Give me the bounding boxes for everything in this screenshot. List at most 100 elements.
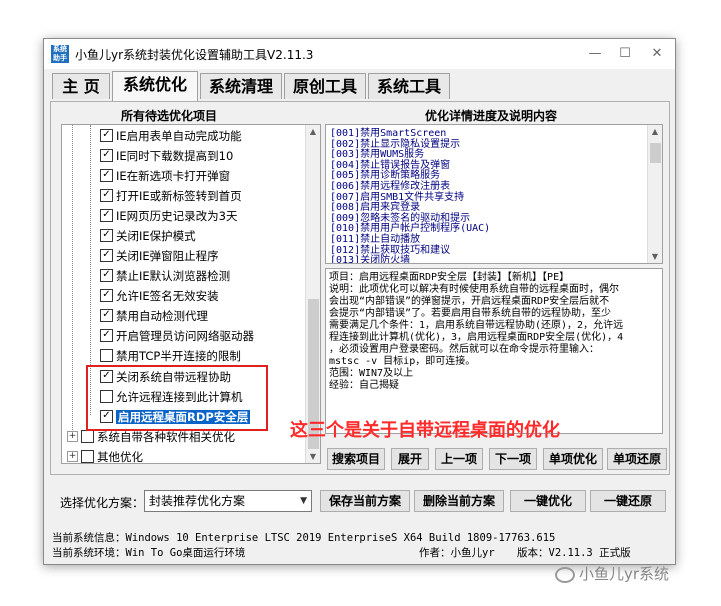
minimize-button[interactable]: — bbox=[581, 42, 609, 66]
annotation-text: 这三个是关于自带远程桌面的优化 bbox=[290, 420, 560, 441]
tree-item[interactable]: ✓ 禁止IE默认浏览器检测 bbox=[100, 266, 230, 286]
scroll-down-icon[interactable]: ▼ bbox=[648, 252, 662, 261]
description-line: 会出现“内部错误”的弹窗提示，开启远程桌面RDP安全层后就不 bbox=[329, 296, 610, 307]
scheme-select[interactable]: 封装推荐优化方案 ▼ bbox=[144, 490, 312, 512]
tab-system-optimize[interactable]: 系统优化 bbox=[112, 71, 198, 101]
tree-item[interactable]: ✓ IE同时下载数提高到10 bbox=[100, 146, 233, 166]
wechat-icon bbox=[555, 566, 575, 583]
checkbox[interactable]: ✓ bbox=[100, 229, 113, 242]
checkbox[interactable] bbox=[81, 430, 94, 443]
scroll-up-icon[interactable]: ▲ bbox=[306, 127, 320, 136]
tree-item[interactable]: ✓ 允许IE签名无效安装 bbox=[100, 286, 219, 306]
system-env-status: 当前系统环境：Win To Go桌面运行环境 bbox=[52, 547, 246, 559]
app-window: 系统助手 小鱼儿yr系统封装优化设置辅助工具V2.11.3 — ☐ ✕ 主 页 … bbox=[43, 38, 676, 565]
expand-icon[interactable]: + bbox=[67, 431, 78, 442]
tab-system-clean[interactable]: 系统清理 bbox=[200, 73, 282, 99]
checkbox[interactable]: ✓ bbox=[100, 249, 113, 262]
tree-scrollbar[interactable]: ▲ ▼ bbox=[305, 125, 320, 463]
checkbox[interactable]: ✓ bbox=[100, 269, 113, 282]
tree-group-label: 系统自带各种软件相关优化 bbox=[97, 430, 235, 444]
expand-button[interactable]: 展开 bbox=[391, 448, 429, 470]
list-item: [013]关闭防火墙 bbox=[330, 255, 411, 264]
tree-item[interactable]: ✓ 禁用自动检测代理 bbox=[100, 306, 208, 326]
version-label: 版本：V2.11.3 正式版 bbox=[517, 547, 631, 559]
tab-home[interactable]: 主 页 bbox=[52, 73, 110, 99]
tree-item-label: IE在新选项卡打开弹窗 bbox=[116, 169, 231, 183]
tree-item[interactable]: ✓ 关闭IE保护模式 bbox=[100, 226, 196, 246]
tree-item[interactable]: 禁用TCP半开连接的限制 bbox=[100, 346, 241, 366]
checkbox[interactable]: ✓ bbox=[100, 289, 113, 302]
watermark-text: 小鱼儿yr系统 bbox=[579, 565, 670, 583]
checkbox[interactable] bbox=[100, 349, 113, 362]
tree-item-label: 允许IE签名无效安装 bbox=[116, 289, 219, 303]
item-description: 项目：启用远程桌面RDP安全层【封装】【新机】【PE】 说明：此项优化可以解决有… bbox=[325, 268, 663, 434]
chevron-down-icon: ▼ bbox=[300, 496, 307, 506]
description-line: mstsc -v 目标ip，即可连接。 bbox=[329, 356, 476, 367]
description-line: 说明：此项优化可以解决有时候使用系统自带的远程桌面时，偶尔 bbox=[329, 284, 619, 295]
scroll-up-icon[interactable]: ▲ bbox=[648, 127, 662, 136]
checkbox[interactable]: ✓ bbox=[100, 169, 113, 182]
checkbox[interactable]: ✓ bbox=[100, 189, 113, 202]
close-button[interactable]: ✕ bbox=[643, 42, 671, 66]
next-item-button[interactable]: 下一项 bbox=[489, 448, 537, 470]
previous-item-button[interactable]: 上一项 bbox=[435, 448, 483, 470]
watermark: 小鱼儿yr系统 bbox=[555, 563, 669, 584]
checkbox[interactable]: ✓ bbox=[100, 149, 113, 162]
expand-icon[interactable]: + bbox=[67, 451, 78, 462]
tab-original-tools[interactable]: 原创工具 bbox=[284, 73, 366, 99]
checkbox[interactable]: ✓ bbox=[100, 129, 113, 142]
checkbox[interactable]: ✓ bbox=[100, 309, 113, 322]
tree-item-label: 禁用TCP半开连接的限制 bbox=[116, 349, 241, 363]
description-line: 范围：WIN7及以上 bbox=[329, 368, 414, 379]
one-click-optimize-button[interactable]: 一键优化 bbox=[510, 490, 586, 512]
tree-item[interactable]: ✓ IE网页历史记录改为3天 bbox=[100, 206, 237, 226]
maximize-button[interactable]: ☐ bbox=[611, 42, 639, 66]
tree-guide-line bbox=[72, 125, 73, 430]
description-line: 经验：自己揭疑 bbox=[329, 380, 399, 391]
description-line: 需要满足几个条件：1，启用系统自带远程协助(还原)，2，允许远 bbox=[329, 320, 624, 331]
checkbox[interactable]: ✓ bbox=[100, 329, 113, 342]
description-line: 项目：启用远程桌面RDP安全层【封装】【新机】【PE】 bbox=[329, 272, 570, 283]
description-line: 会提示“内部错误”了。若要启用自带系统自带的远程协助，至少 bbox=[329, 308, 612, 319]
scroll-down-icon[interactable]: ▼ bbox=[306, 452, 320, 461]
tree-item-label: 开启管理员访问网络驱动器 bbox=[116, 329, 254, 343]
tree-item-label: IE同时下载数提高到10 bbox=[116, 149, 234, 163]
search-item-button[interactable]: 搜索项目 bbox=[327, 448, 385, 470]
description-line: ，必须设置用户登录密码。然后就可以在命令提示符里输入： bbox=[329, 344, 599, 355]
tree-item-label: 禁止IE默认浏览器检测 bbox=[116, 269, 231, 283]
tree-item[interactable]: ✓ IE在新选项卡打开弹窗 bbox=[100, 166, 230, 186]
highlight-box bbox=[86, 365, 268, 431]
app-logo-icon: 系统助手 bbox=[51, 45, 69, 63]
tree-item[interactable]: ✓ 开启管理员访问网络驱动器 bbox=[100, 326, 254, 346]
tree-item-label: 禁用自动检测代理 bbox=[116, 309, 208, 323]
one-click-restore-button[interactable]: 一键还原 bbox=[590, 490, 666, 512]
single-restore-button[interactable]: 单项还原 bbox=[607, 448, 667, 470]
single-optimize-button[interactable]: 单项优化 bbox=[543, 448, 603, 470]
window-title: 小鱼儿yr系统封装优化设置辅助工具V2.11.3 bbox=[75, 48, 314, 62]
tab-system-tools[interactable]: 系统工具 bbox=[368, 73, 450, 99]
tree-item[interactable]: ✓ IE启用表单自动完成功能 bbox=[100, 126, 242, 146]
system-info-status: 当前系统信息：Windows 10 Enterprise LTSC 2019 E… bbox=[52, 532, 556, 544]
description-line: 程连接到此计算机(优化)，3，启用远程桌面RDP安全层(优化)，4 bbox=[329, 332, 624, 343]
tree-item-label: IE网页历史记录改为3天 bbox=[116, 209, 238, 223]
checkbox[interactable] bbox=[81, 450, 94, 463]
delete-scheme-button[interactable]: 删除当前方案 bbox=[414, 490, 504, 512]
scroll-thumb[interactable] bbox=[650, 143, 661, 163]
tree-item[interactable]: ✓ 打开IE或新标签转到首页 bbox=[100, 186, 242, 206]
tree-item-label: 打开IE或新标签转到首页 bbox=[116, 189, 242, 203]
optimization-progress-list[interactable]: [001]禁用SmartScreen [002]禁止显示隐私设置提示 [003]… bbox=[325, 124, 663, 264]
checkbox[interactable]: ✓ bbox=[100, 209, 113, 222]
right-panel-heading: 优化详情进度及说明内容 bbox=[425, 109, 558, 123]
tree-group[interactable]: + 其他优化 bbox=[67, 447, 143, 464]
tree-item[interactable]: ✓ 关闭IE弹窗阻止程序 bbox=[100, 246, 219, 266]
author-label: 作者：小鱼儿yr bbox=[419, 547, 495, 559]
tree-group-label: 其他优化 bbox=[97, 450, 143, 464]
scheme-select-value: 封装推荐优化方案 bbox=[149, 494, 246, 508]
list-scrollbar[interactable]: ▲ ▼ bbox=[647, 125, 662, 263]
scheme-label: 选择优化方案： bbox=[60, 496, 145, 510]
save-scheme-button[interactable]: 保存当前方案 bbox=[320, 490, 410, 512]
title-bar: 系统助手 小鱼儿yr系统封装优化设置辅助工具V2.11.3 — ☐ ✕ bbox=[44, 39, 675, 69]
tree-item-label: 关闭IE弹窗阻止程序 bbox=[116, 249, 219, 263]
tree-item-label: 关闭IE保护模式 bbox=[116, 229, 196, 243]
tab-bar: 主 页 系统优化 系统清理 原创工具 系统工具 bbox=[52, 71, 672, 101]
